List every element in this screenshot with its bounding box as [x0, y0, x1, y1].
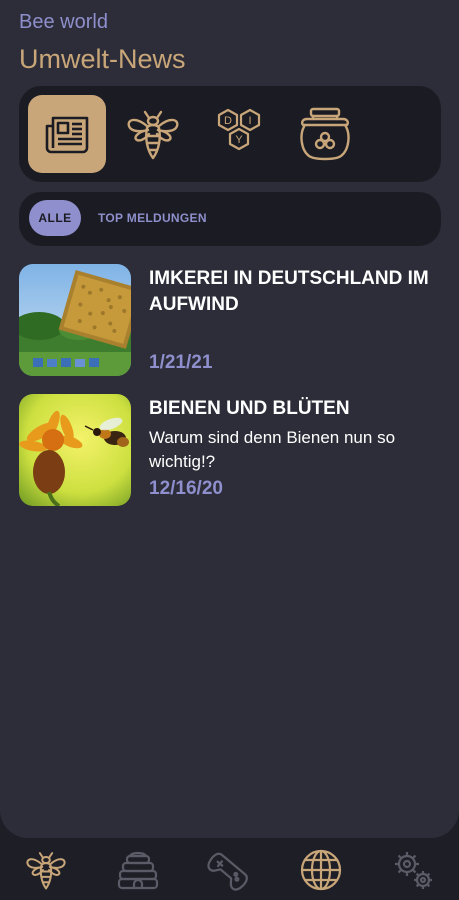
category-diy[interactable]: D I Y	[200, 95, 278, 173]
globe-icon	[300, 849, 342, 891]
category-bees[interactable]	[114, 95, 192, 173]
honey-jar-icon	[300, 107, 350, 161]
category-news[interactable]	[28, 95, 106, 173]
news-subtitle: Warum sind denn Bienen nun so wichtig!?	[149, 428, 396, 471]
news-date: 1/21/21	[149, 352, 213, 373]
svg-text:Y: Y	[235, 134, 243, 146]
nav-settings[interactable]	[388, 846, 438, 894]
app-name: Bee world	[19, 11, 108, 33]
category-honey[interactable]	[286, 95, 364, 173]
beehive-icon	[117, 851, 159, 890]
news-date: 12/16/20	[149, 478, 223, 499]
news-item[interactable]: BIENEN UND BLÜTEN Warum sind denn Bienen…	[19, 394, 441, 508]
filter-all-chip[interactable]: ALLE	[29, 200, 81, 236]
filter-top-news[interactable]: TOP MELDUNGEN	[98, 211, 207, 225]
settings-gears-icon	[395, 852, 432, 889]
bottom-navigation	[0, 838, 459, 900]
news-item[interactable]: IMKEREI IN DEUTSCHLAND IM AUFWIND 1/21/2…	[19, 264, 441, 378]
newspaper-icon	[45, 116, 89, 154]
news-title: BIENEN UND BLÜTEN	[149, 398, 350, 419]
svg-text:D: D	[224, 115, 232, 127]
gamepad-icon	[207, 852, 248, 891]
page-title: Umwelt-News	[19, 44, 186, 74]
nav-beehive[interactable]	[113, 846, 163, 894]
nav-world-news[interactable]	[296, 846, 346, 894]
news-thumbnail	[19, 394, 131, 506]
bee-icon	[127, 110, 179, 160]
news-thumbnail	[19, 264, 131, 376]
diy-hexagon-icon: D I Y	[217, 108, 261, 151]
bee-icon	[26, 852, 66, 890]
nav-games[interactable]	[204, 846, 254, 894]
category-bar: D I Y	[19, 86, 441, 182]
news-title: IMKEREI IN DEUTSCHLAND IM AUFWIND	[149, 268, 429, 315]
nav-bee[interactable]	[21, 846, 71, 894]
filter-bar: ALLE TOP MELDUNGEN	[19, 192, 441, 246]
svg-text:I: I	[248, 115, 251, 127]
app-screen: Bee world Umwelt-News D I Y ALLE TOP MEL…	[0, 0, 459, 838]
